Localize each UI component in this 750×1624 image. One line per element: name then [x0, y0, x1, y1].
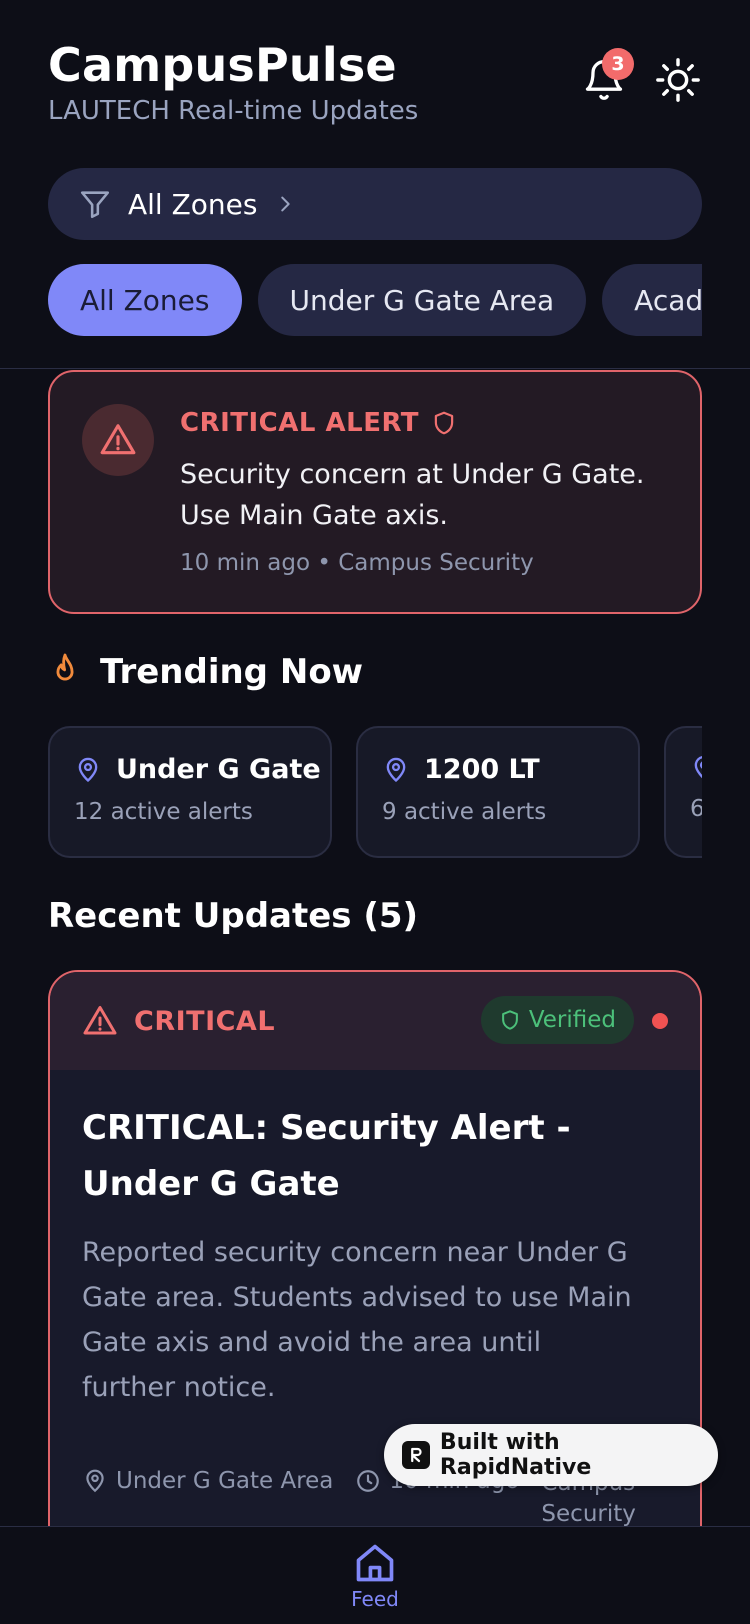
trending-card[interactable]: 6 [664, 726, 702, 858]
recent-updates-title: Recent Updates (5) [48, 896, 419, 936]
notification-badge: 3 [602, 48, 634, 80]
warning-icon [83, 1006, 117, 1035]
map-pin-icon [386, 757, 406, 782]
trending-count: 12 active alerts [74, 799, 253, 825]
trending-header: Trending Now [48, 652, 363, 692]
chip-all-zones[interactable]: All Zones [48, 264, 242, 336]
filter-icon [80, 191, 110, 219]
status-dot [652, 1013, 668, 1029]
app-header: CampusPulse LAUTECH Real-time Updates 3 [48, 36, 702, 136]
trending-name: Under G Gate [116, 754, 321, 785]
alert-title-row: CRITICAL ALERT [180, 408, 457, 438]
alert-title: CRITICAL ALERT [180, 408, 420, 438]
chip-under-g-gate-area[interactable]: Under G Gate Area [257, 264, 587, 336]
update-title: CRITICAL: Security Alert - Under G Gate [82, 1108, 571, 1204]
bottom-navigation: Feed [0, 1526, 750, 1624]
nav-feed-label: Feed [351, 1587, 399, 1611]
header-divider [0, 368, 750, 369]
zone-filter-label: All Zones [128, 187, 258, 221]
trending-count: 6 [690, 796, 702, 822]
alert-meta: 10 min ago • Campus Security [180, 550, 534, 576]
shield-check-icon [501, 1010, 518, 1030]
built-with-text: Built with RapidNative [439, 1430, 592, 1480]
alert-icon-container [82, 404, 154, 476]
chip-academic-area[interactable]: Academic Area [602, 264, 702, 336]
map-pin-icon [78, 757, 98, 782]
trending-card[interactable]: Under G Gate 12 active alerts [48, 726, 332, 858]
shield-icon [434, 411, 454, 435]
sun-icon [656, 58, 700, 102]
alert-message: Security concern at Under G Gate. Use Ma… [180, 459, 645, 531]
home-icon [356, 1544, 394, 1582]
rapidnative-logo-icon [402, 1441, 430, 1469]
clock-icon [357, 1470, 380, 1492]
update-location: Under G Gate Area [82, 1468, 333, 1494]
map-pin-icon [694, 756, 702, 779]
trending-list: Under G Gate 12 active alerts 1200 LT 9 … [48, 726, 702, 858]
trending-card[interactable]: 1200 LT 9 active alerts [356, 726, 640, 858]
trending-name: 1200 LT [424, 754, 540, 785]
warning-icon [100, 424, 136, 455]
chevron-right-icon [280, 196, 290, 212]
theme-toggle-button[interactable] [654, 56, 702, 104]
update-card-header: CRITICAL Verified [50, 972, 700, 1070]
critical-alert-banner[interactable]: CRITICAL ALERT Security concern at Under… [48, 370, 702, 614]
zone-filter-select[interactable]: All Zones [48, 168, 702, 240]
severity-label: CRITICAL [134, 1005, 276, 1037]
verified-label: Verified [528, 1007, 616, 1033]
update-location-text: Under G Gate Area [116, 1468, 334, 1494]
header-actions: 3 [580, 48, 702, 104]
trending-count: 9 active alerts [382, 799, 547, 825]
nav-feed[interactable]: Feed [340, 1541, 410, 1611]
map-pin-icon [86, 1469, 104, 1493]
update-body: Reported security concern near Under G G… [82, 1237, 632, 1403]
flame-icon [56, 653, 74, 681]
verified-badge: Verified [480, 996, 634, 1044]
notifications-button[interactable]: 3 [580, 48, 634, 104]
zone-chips: All Zones Under G Gate Area Academic Are… [48, 264, 702, 336]
built-with-badge[interactable]: Built with RapidNative [384, 1424, 718, 1486]
trending-title: Trending Now [100, 652, 364, 692]
